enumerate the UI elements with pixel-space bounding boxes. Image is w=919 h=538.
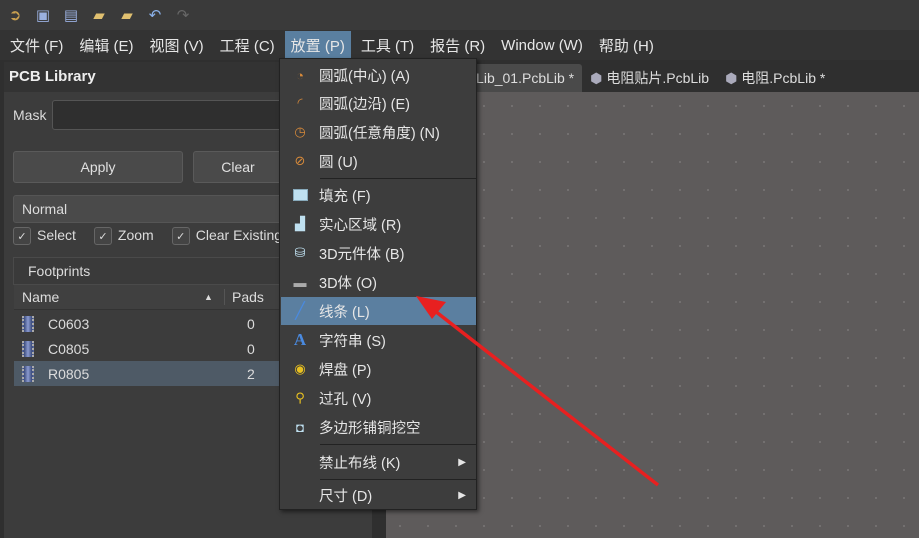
footprint-icon bbox=[22, 315, 34, 332]
row-name: C0603 bbox=[48, 315, 90, 332]
pad-icon: ◉ bbox=[294, 361, 306, 376]
apply-button[interactable]: Apply bbox=[13, 151, 183, 183]
menu-item-via[interactable]: ⚲ 过孔 (V) bbox=[281, 384, 476, 412]
column-name[interactable]: Name bbox=[14, 289, 204, 305]
solid-region-icon: ▟ bbox=[295, 216, 305, 231]
menu-item-label: 实心区域 (R) bbox=[319, 217, 402, 234]
pcblib-icon: ⬢ bbox=[590, 69, 603, 86]
menu-window[interactable]: Window (W) bbox=[495, 33, 589, 58]
menu-tools[interactable]: 工具 (T) bbox=[355, 31, 420, 60]
chip-icon: ▬ bbox=[293, 274, 307, 290]
menu-item-solid-region[interactable]: ▟ 实心区域 (R) bbox=[281, 210, 476, 238]
check-icon: ✓ bbox=[13, 227, 31, 246]
row-pads: 0 bbox=[247, 315, 255, 332]
menu-place[interactable]: 放置 (P) bbox=[284, 30, 351, 60]
open-project-icon[interactable]: ▰ bbox=[118, 6, 136, 24]
menu-reports[interactable]: 报告 (R) bbox=[424, 31, 491, 60]
menu-item-label: 填充 (F) bbox=[319, 188, 371, 205]
redo-icon: ↷ bbox=[176, 7, 190, 24]
select-checkbox[interactable]: ✓ Select bbox=[13, 227, 76, 246]
menu-item-label: 圆弧(中心) (A) bbox=[319, 68, 411, 85]
menu-item-label: 焊盘 (P) bbox=[319, 362, 372, 379]
menu-item-pad[interactable]: ◉ 焊盘 (P) bbox=[281, 355, 476, 383]
menu-item-label: 3D体 (O) bbox=[319, 275, 377, 292]
menu-item-label: 多边形铺铜挖空 bbox=[319, 420, 421, 437]
submenu-arrow-icon: ▶ bbox=[458, 489, 466, 501]
column-pads[interactable]: Pads bbox=[224, 289, 264, 305]
circle-icon: ⊘ bbox=[294, 153, 306, 168]
row-pads: 0 bbox=[247, 340, 255, 357]
menu-item-line[interactable]: ╱ 线条 (L) bbox=[281, 297, 476, 325]
menu-item-label: 圆 (U) bbox=[319, 154, 358, 171]
menu-item-label: 圆弧(任意角度) (N) bbox=[319, 125, 440, 142]
check-icon: ✓ bbox=[93, 227, 112, 246]
string-icon: A bbox=[293, 330, 307, 349]
zoom-checkbox[interactable]: ✓ Zoom bbox=[93, 227, 154, 246]
menu-item-circle[interactable]: ⊘ 圆 (U) bbox=[281, 147, 476, 175]
clear-existing-label: Clear Existing bbox=[195, 227, 283, 243]
menu-item-label: 禁止布线 (K) bbox=[319, 455, 401, 472]
3d-body-icon: ⛁ bbox=[294, 245, 306, 260]
tab-label: 电阻贴片.PcbLib bbox=[606, 70, 710, 86]
row-pads: 2 bbox=[247, 365, 255, 382]
sort-asc-icon: ▲ bbox=[204, 292, 213, 302]
menu-edit[interactable]: 编辑 (E) bbox=[73, 31, 139, 60]
menu-separator bbox=[320, 479, 476, 480]
menubar: 文件 (F) 编辑 (E) 视图 (V) 工程 (C) 放置 (P) 工具 (T… bbox=[0, 30, 919, 60]
menu-item-fill[interactable]: 填充 (F) bbox=[281, 181, 476, 209]
select-label: Select bbox=[37, 227, 76, 243]
menu-item-dimension[interactable]: 尺寸 (D) ▶ bbox=[281, 481, 476, 509]
via-icon: ⚲ bbox=[295, 390, 305, 405]
clear-existing-checkbox[interactable]: ✓ Clear Existing bbox=[171, 227, 283, 246]
arc-edge-icon: ◜ bbox=[297, 95, 303, 110]
menu-item-label: 线条 (L) bbox=[319, 304, 370, 321]
polygon-cutout-icon: ◘ bbox=[296, 419, 304, 435]
footprint-icon bbox=[22, 340, 34, 357]
arc-center-icon: ◔ bbox=[296, 67, 304, 83]
mask-label: Mask bbox=[13, 107, 47, 123]
menu-item-3d-component[interactable]: ⛁ 3D元件体 (B) bbox=[281, 239, 476, 267]
place-menu: ◔ 圆弧(中心) (A) ◜ 圆弧(边沿) (E) ◷ 圆弧(任意角度) (N) ⊘ 圆… bbox=[279, 58, 477, 510]
tab-label: 电阻.PcbLib * bbox=[741, 70, 826, 86]
toolbar: ➲ ▣ ▤ ▰ ▰ ↶ ↷ bbox=[0, 0, 919, 30]
menu-item-label: 字符串 (S) bbox=[319, 333, 386, 350]
submenu-arrow-icon: ▶ bbox=[458, 456, 466, 468]
save-all-icon[interactable]: ▤ bbox=[62, 6, 80, 24]
menu-item-label: 尺寸 (D) bbox=[319, 488, 373, 505]
arc-any-icon: ◷ bbox=[294, 124, 306, 139]
menu-item-string[interactable]: A 字符串 (S) bbox=[281, 326, 476, 354]
mode-value: Normal bbox=[22, 201, 68, 217]
menu-project[interactable]: 工程 (C) bbox=[214, 31, 281, 60]
menu-item-label: 过孔 (V) bbox=[319, 391, 372, 408]
menu-view[interactable]: 视图 (V) bbox=[144, 31, 210, 60]
undo-icon[interactable]: ↶ bbox=[146, 6, 164, 24]
menu-item-arc-center[interactable]: ◔ 圆弧(中心) (A) bbox=[281, 61, 476, 89]
menu-separator bbox=[320, 444, 476, 445]
row-name: C0805 bbox=[48, 340, 90, 357]
menu-item-keepout[interactable]: 禁止布线 (K) ▶ bbox=[281, 448, 476, 476]
menu-file[interactable]: 文件 (F) bbox=[4, 31, 69, 60]
app-logo: ➲ bbox=[8, 7, 22, 24]
menu-help[interactable]: 帮助 (H) bbox=[593, 31, 660, 60]
save-icon[interactable]: ▣ bbox=[34, 6, 52, 24]
zoom-label: Zoom bbox=[117, 227, 154, 243]
pcblib-icon: ⬢ bbox=[725, 69, 738, 86]
menu-separator bbox=[320, 178, 476, 179]
tab-resistor-smd[interactable]: ⬢ 电阻贴片.PcbLib bbox=[582, 64, 717, 92]
menu-item-polygon-cutout[interactable]: ◘ 多边形铺铜挖空 bbox=[281, 413, 476, 441]
footprint-icon bbox=[22, 365, 34, 382]
menu-item-label: 圆弧(边沿) (E) bbox=[319, 96, 411, 113]
row-name: R0805 bbox=[48, 365, 90, 382]
menu-item-arc-any[interactable]: ◷ 圆弧(任意角度) (N) bbox=[281, 118, 476, 146]
menu-item-label: 3D元件体 (B) bbox=[319, 246, 405, 263]
clear-button[interactable]: Clear bbox=[193, 151, 283, 183]
line-icon: ╱ bbox=[295, 303, 305, 320]
menu-item-arc-edge[interactable]: ◜ 圆弧(边沿) (E) bbox=[281, 89, 476, 117]
check-icon: ✓ bbox=[171, 227, 190, 246]
fill-icon bbox=[281, 189, 319, 201]
menu-item-3d-body[interactable]: ▬ 3D体 (O) bbox=[281, 268, 476, 296]
open-icon[interactable]: ▰ bbox=[90, 6, 108, 24]
tab-resistor[interactable]: ⬢ 电阻.PcbLib * bbox=[717, 64, 833, 92]
